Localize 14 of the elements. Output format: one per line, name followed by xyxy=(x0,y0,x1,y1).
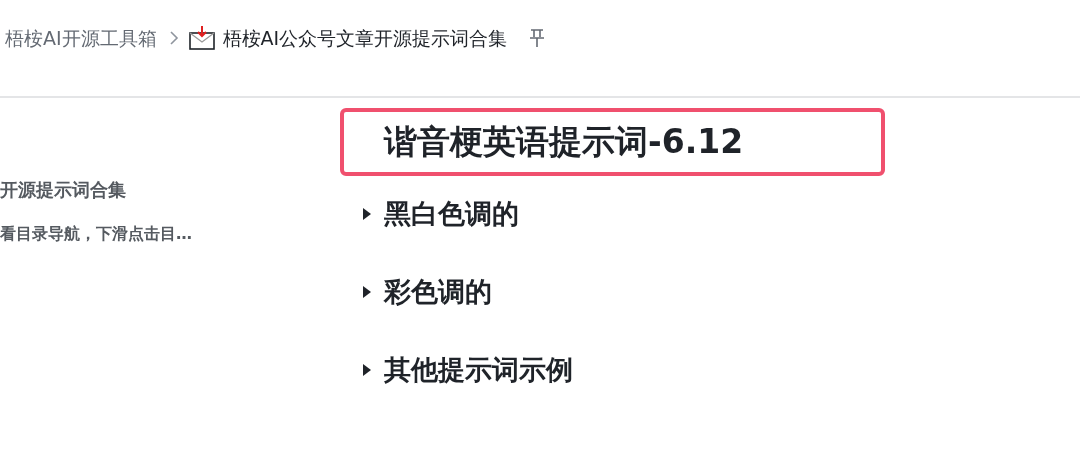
expand-triangle-icon[interactable] xyxy=(362,364,372,376)
document-title: 梧桉AI公众号文章开源提示词合集 xyxy=(222,26,508,51)
section-heading[interactable]: 彩色调的 xyxy=(384,274,492,310)
sidebar-title: 开源提示词合集 xyxy=(0,178,127,202)
chevron-icon xyxy=(168,30,179,46)
section-heading[interactable]: 其他提示词示例 xyxy=(384,352,573,388)
section-heading[interactable]: 黑白色调的 xyxy=(384,196,519,232)
sidebar-description: 看目录导航，下滑点击目… xyxy=(0,224,193,245)
envelope-icon xyxy=(188,26,215,50)
expand-triangle-icon[interactable] xyxy=(362,286,372,298)
breadcrumb-link[interactable]: 梧桉AI开源工具箱 xyxy=(5,24,157,52)
expand-triangle-icon[interactable] xyxy=(362,208,372,220)
heading-title: 谐音梗英语提示词-6.12 xyxy=(340,108,885,176)
pin-icon[interactable] xyxy=(529,28,546,48)
